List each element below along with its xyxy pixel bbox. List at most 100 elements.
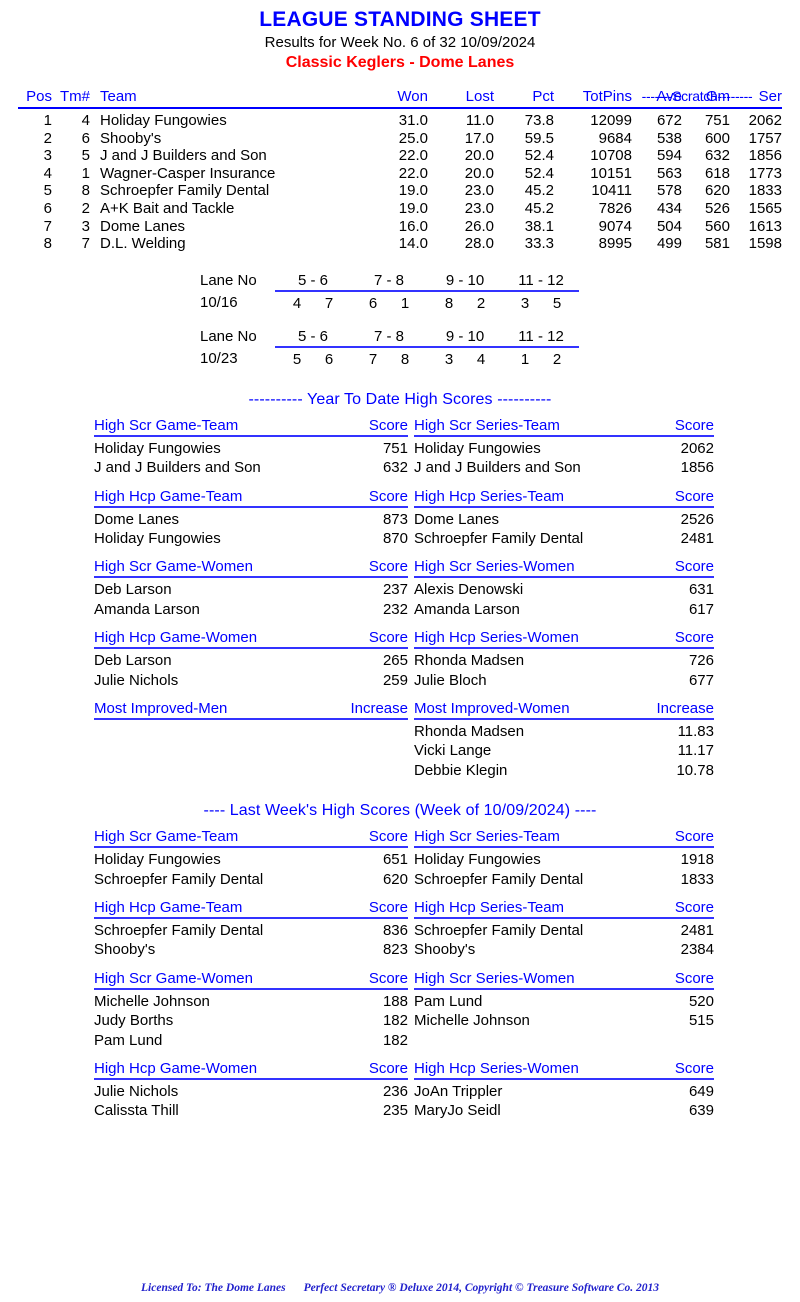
lane-matchup-teams: 47 xyxy=(275,294,351,313)
lane-matchup-cell: 34 xyxy=(427,347,503,369)
standings-cell-totpins: 9074 xyxy=(598,217,632,235)
standings-cell-team-no: 1 xyxy=(81,164,90,182)
standings-cell-pos: 5 xyxy=(43,182,52,200)
high-score-table-header: High Hcp Game-Team Score xyxy=(94,899,408,920)
standings-cell-gm: 560 xyxy=(704,217,730,235)
column-header-team: Team xyxy=(100,88,137,105)
standings-cell-team-no: 5 xyxy=(81,147,90,165)
standings-cell-won: 22.0 xyxy=(398,164,428,182)
high-score-entry-name: Vicki Lange xyxy=(414,742,492,760)
lane-matchup-cell: 35 xyxy=(503,291,579,313)
standings-cell-team-no: 6 xyxy=(81,129,90,147)
list-item: Rhonda Madsen 726 xyxy=(414,651,714,670)
standings-cell-team-no: 2 xyxy=(81,199,90,217)
standings-cell-pos: 2 xyxy=(43,129,52,147)
high-score-value-label: Score xyxy=(674,558,714,576)
high-score-table-body: Schroepfer Family Dental 836 Shooby's 823 xyxy=(94,919,408,960)
lane-matchup-teams: 82 xyxy=(427,294,503,313)
lane-matchup-row: 10/23 5 6 7 8 3 4 1 2 xyxy=(200,347,579,369)
high-score-table-header: High Scr Game-Women Score xyxy=(94,558,408,579)
high-score-table: High Scr Series-Women Score Alexis Denowsk… xyxy=(414,558,714,619)
lane-team-number: 8 xyxy=(400,350,410,368)
list-item: Dome Lanes 873 xyxy=(94,510,408,529)
standings-cell-ave: 594 xyxy=(656,147,682,165)
high-score-table: High Scr Game-Team Score Holiday Fungowies… xyxy=(94,828,408,889)
high-score-table: High Hcp Game-Team Score Dome Lanes 873 Holi… xyxy=(94,488,408,549)
list-item: JoAn Trippler 649 xyxy=(414,1082,714,1101)
high-score-table-body: Holiday Fungowies 1918 Schroepfer Family D… xyxy=(414,848,714,889)
high-score-table: Most Improved-Women Increase Rhonda Madsen… xyxy=(414,700,714,780)
high-score-entry-value: 2526 xyxy=(680,510,714,528)
standings-body: 1 4 Holiday Fungowies 31.0 11.0 73.8 12099 672 7… xyxy=(18,108,782,253)
standings-cell-won: 14.0 xyxy=(398,235,428,253)
high-score-entry-name: Pam Lund xyxy=(94,1031,163,1049)
high-score-entry-name: Shooby's xyxy=(94,941,156,959)
high-score-entry-name: Schroepfer Family Dental xyxy=(414,870,584,888)
high-score-value-label: Score xyxy=(368,487,408,505)
list-item: J and J Builders and Son 1856 xyxy=(414,458,714,477)
high-score-value-label: Score xyxy=(674,629,714,647)
lane-matchup-cell: 47 xyxy=(275,291,351,313)
page-title: LEAGUE STANDING SHEET xyxy=(259,8,541,31)
standings-cell-totpins: 10411 xyxy=(591,182,632,200)
standings-cell-totpins: 8995 xyxy=(598,235,632,253)
high-score-pair-row: High Scr Game-Team Score Holiday Fungowies… xyxy=(94,828,800,889)
standings-cell-won: 31.0 xyxy=(398,112,428,129)
high-score-entry-value: 836 xyxy=(382,922,408,940)
high-score-pair-row: High Scr Game-Team Score Holiday Fungowies… xyxy=(94,417,800,478)
standings-cell-team: Schroepfer Family Dental xyxy=(100,182,270,200)
lane-schedule-table: Lane No 5 - 67 - 89 - 10 11 - 12 10/23 5 6 7 8 3… xyxy=(200,326,579,369)
footer: Licensed To: The Dome Lanes Perfect Secre… xyxy=(0,1282,800,1294)
high-score-entry-name: Schroepfer Family Dental xyxy=(414,922,584,940)
high-score-entry-name: J and J Builders and Son xyxy=(414,459,581,477)
high-score-table: High Scr Series-Team Score Holiday Fungowi… xyxy=(414,828,714,889)
standings-cell-gm: 581 xyxy=(704,235,730,253)
lane-pair-label: 5 - 6 xyxy=(275,326,351,348)
high-score-entry-value: 631 xyxy=(688,581,714,599)
list-item: Michelle Johnson 515 xyxy=(414,1011,714,1030)
list-item: Pam Lund 520 xyxy=(414,992,714,1011)
standings-cell-team: Holiday Fungowies xyxy=(100,112,227,129)
standings-cell-pct: 59.5 xyxy=(524,129,554,147)
lane-schedule-date: 10/16 xyxy=(200,294,238,312)
lane-matchup-cell: 56 xyxy=(275,347,351,369)
lane-pair-label: 5 - 6 xyxy=(275,270,351,292)
standings-cell-team-no: 4 xyxy=(81,112,90,129)
column-header-won: Won xyxy=(397,88,428,105)
high-score-entry-name: Michelle Johnson xyxy=(414,1012,530,1030)
high-score-pair-row: High Hcp Game-Women Score Deb Larson 265 Jul… xyxy=(94,629,800,690)
high-score-entry-value: 617 xyxy=(688,600,714,618)
list-item: Amanda Larson 232 xyxy=(94,600,408,619)
standings-cell-pct: 38.1 xyxy=(524,217,554,235)
standings-cell-won: 22.0 xyxy=(398,147,428,165)
standings-cell-team: Shooby's xyxy=(100,129,162,147)
high-score-category-label: High Scr Game-Team xyxy=(94,416,239,434)
standings-cell-ave: 499 xyxy=(656,235,682,253)
list-item: Julie Bloch 677 xyxy=(414,671,714,690)
list-item: Alexis Denowski 631 xyxy=(414,580,714,599)
standings-cell-ave: 672 xyxy=(656,112,682,129)
high-score-entry-name: Dome Lanes xyxy=(414,510,500,528)
standings-cell-gm: 632 xyxy=(704,147,730,165)
standings-cell-pct: 73.8 xyxy=(524,112,554,129)
high-score-entry-value: 182 xyxy=(382,1031,408,1049)
high-score-table-body xyxy=(94,720,408,722)
high-score-entry-value: 1833 xyxy=(680,870,714,888)
high-score-table: High Scr Game-Women Score Michelle Johnson… xyxy=(94,970,408,1050)
high-score-category-label: High Scr Series-Women xyxy=(414,558,575,576)
standings-cell-team-no: 8 xyxy=(81,182,90,200)
high-score-value-label: Score xyxy=(368,828,408,846)
high-score-table: High Scr Game-Team Score Holiday Fungowies… xyxy=(94,417,408,478)
list-item: Holiday Fungowies 1918 xyxy=(414,850,714,869)
high-score-entry-value: 188 xyxy=(382,992,408,1010)
table-row: 5 8 Schroepfer Family Dental 19.0 23.0 45.2 10… xyxy=(18,182,782,200)
standings-cell-ave: 578 xyxy=(656,182,682,200)
standings-cell-pct: 33.3 xyxy=(524,235,554,253)
lane-team-number: 5 xyxy=(552,294,562,312)
high-score-table: High Scr Game-Women Score Deb Larson 237 Ama… xyxy=(94,558,408,619)
lane-pair-label: 9 - 10 xyxy=(427,326,503,348)
list-item: Holiday Fungowies 751 xyxy=(94,439,408,458)
high-score-table: High Hcp Game-Women Score Julie Nichols 236… xyxy=(94,1060,408,1121)
high-score-entry-value: 2481 xyxy=(680,922,714,940)
high-score-table-body: JoAn Trippler 649 MaryJo Seidl 639 xyxy=(414,1080,714,1121)
